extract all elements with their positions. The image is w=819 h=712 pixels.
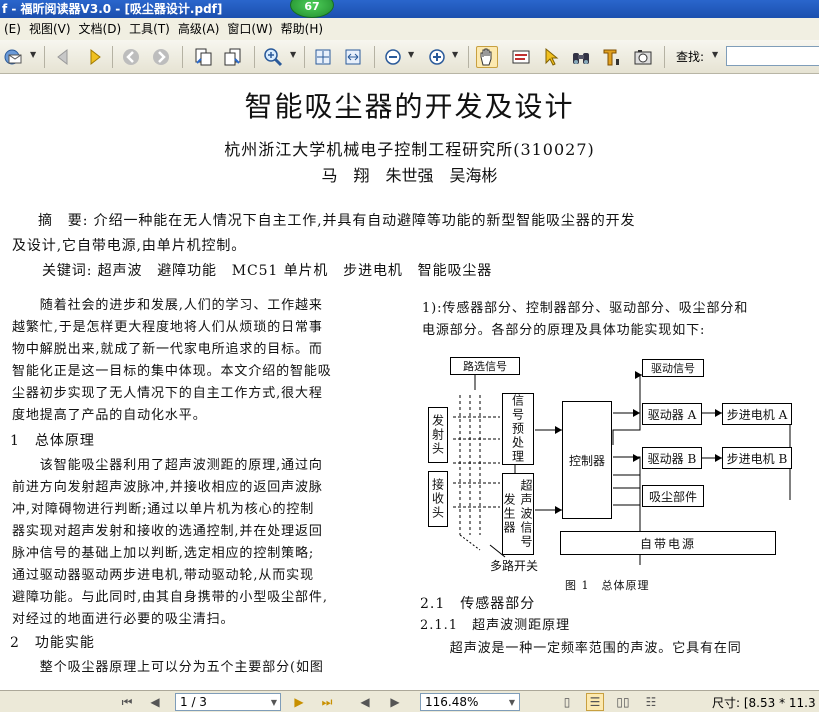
body-text-line: 避障功能。与此同时,由其自身携带的小型吸尘部件, [12,590,328,605]
zoom-out-minus-icon[interactable] [382,46,404,68]
zoom-in-dropdown-icon[interactable]: ▼ [452,50,458,59]
section-heading-2-1-1: 2.1.1 超声波测距原理 [420,618,571,633]
paper-title: 智能吸尘器的开发及设计 [244,90,575,123]
continuous-facing-icon[interactable]: ☷ [642,693,660,711]
figure-caption: 图 1 总体原理 [565,579,650,592]
forward-icon[interactable] [84,46,106,68]
zoom-dropdown-icon[interactable]: ▼ [290,50,296,59]
prev-page-icon[interactable]: ◀ [146,693,164,711]
page-number-input[interactable]: 1 / 3 [175,693,281,711]
copy-page-icon[interactable] [192,46,214,68]
menu-edit[interactable]: (E) [0,18,25,40]
drive-signal-label: 驱动信号 [642,359,704,377]
next-view-status-icon[interactable]: ▶ [386,693,404,711]
stepper-motor-a-box: 步进电机 A [722,403,792,425]
menu-help[interactable]: 帮助(H) [277,18,327,40]
first-page-icon[interactable]: ⏮ [118,693,136,711]
section-heading-1: 1 总体原理 [10,433,95,449]
road-select-signal-label: 路选信号 [450,357,520,375]
paste-page-icon[interactable] [222,46,244,68]
page-size-text: 尺寸: [8.53 * 11.3 [712,696,816,710]
zoom-level-input[interactable]: 116.48% [420,693,520,711]
ultrasonic-generator-box: 超声波信号发生器 [502,473,534,555]
facing-page-icon[interactable]: ▯▯ [614,693,632,711]
vacuum-component-box: 吸尘部件 [642,485,704,507]
next-view-icon[interactable] [150,46,172,68]
body-text-line: 前进方向发射超声波脉冲,并接收相应的返回声波脉 [12,480,323,495]
email-dropdown-icon[interactable]: ▼ [30,50,36,59]
body-text-line: 该智能吸尘器利用了超声波测距的原理,通过向 [12,458,323,473]
email-icon[interactable] [2,46,24,68]
receiver-head-box: 接收头 [428,471,448,527]
power-supply-box: 自带电源 [560,531,776,555]
fit-page-icon[interactable] [312,46,334,68]
single-page-icon[interactable]: ▯ [558,693,576,711]
next-page-icon[interactable]: ▶ [290,693,308,711]
back-icon[interactable] [52,46,74,68]
stepper-motor-b-box: 步进电机 B [722,447,792,469]
fit-width-icon[interactable] [342,46,364,68]
abstract-line-1: 摘 要: 介绍一种能在无人情况下自主工作,并具有自动避障等功能的新型智能吸尘器的… [38,213,636,229]
menu-view[interactable]: 视图(V) [25,18,75,40]
text-tool-icon[interactable] [600,46,622,68]
find-binoculars-icon[interactable] [570,46,592,68]
menu-advanced[interactable]: 高级(A) [174,18,224,40]
zoom-in-icon[interactable] [262,46,284,68]
body-text-line: 通过驱动器驱动两步进电机,带动驱动轮,从而实现 [12,568,314,583]
controller-box: 控制器 [562,401,612,519]
body-text-line: 整个吸尘器原理上可以分为五个主要部分(如图 [12,660,324,675]
last-page-icon[interactable]: ⏭ [318,693,336,711]
affiliation: 杭州浙江大学机械电子控制工程研究所(310027) [224,140,595,159]
prev-view-icon[interactable] [120,46,142,68]
signal-preprocess-box: 信号预处理 [502,393,534,465]
body-text-line: 尘器初步实现了无人情况下的自主工作方式,很大程 [12,386,323,401]
keywords: 关键词: 超声波 避障功能 MC51 单片机 步进电机 智能吸尘器 [42,263,493,279]
zoom-in-plus-icon[interactable] [426,46,448,68]
body-text-line: 随着社会的进步和发展,人们的学习、工作越来 [12,298,323,313]
driver-a-box: 驱动器 A [642,403,702,425]
find-label: 查找: [676,50,705,64]
body-text-line: 度地提高了产品的自动化水平。 [12,408,207,423]
section-heading-2: 2 功能实能 [10,635,95,651]
continuous-page-icon[interactable]: ☰ [586,693,604,711]
menu-document[interactable]: 文档(D) [75,18,126,40]
menu-tools[interactable]: 工具(T) [125,18,174,40]
hand-icon[interactable] [476,46,498,68]
toolbar: ▼ ▼ ▼ ▼ 查找: ▼ [0,40,819,74]
body-text-line: 智能化正是这一目标的集中体现。本文介绍的智能吸 [12,364,332,379]
body-text-line: 冲,对障碍物进行判断;通过以单片机为核心的控制 [12,502,315,517]
driver-b-box: 驱动器 B [642,447,702,469]
status-bar: ⏮ ◀ 1 / 3 ▼ ▶ ⏭ ◀ ▶ 116.48% ▼ ▯ ☰ ▯▯ ☷ 尺… [0,690,819,712]
body-text-line: 物中解脱出来,就成了新一代家电所追求的目标。而 [12,342,323,357]
page-dropdown-icon[interactable]: ▼ [268,693,280,711]
body-text-line: 1):传感器部分、控制器部分、驱动部分、吸尘部分和 [422,301,749,316]
menu-window[interactable]: 窗口(W) [223,18,276,40]
find-input[interactable] [726,46,819,66]
select-text-icon[interactable] [510,46,532,68]
authors: 马 翔 朱世强 吴海彬 [321,166,498,185]
snapshot-icon[interactable] [632,46,654,68]
prev-view-status-icon[interactable]: ◀ [356,693,374,711]
emitter-head-box: 发射头 [428,407,448,463]
find-dropdown-icon[interactable]: ▼ [712,50,718,59]
body-text-line: 电源部分。各部分的原理及具体功能实现如下: [422,323,706,338]
body-text-line: 越繁忙,于是怎样更大程度地将人们从烦琐的日常事 [12,320,323,335]
title-bar: f - 福昕阅读器V3.0 - [吸尘器设计.pdf] [0,0,819,18]
body-text-line: 器实现对超声发射和接收的选通控制,并在处理返回 [12,524,323,539]
figure-block-diagram: 路选信号 驱动信号 发射头 接收头 信号预处理 超声波信号发生器 控制器 驱动器… [420,345,819,592]
menu-bar: (E) 视图(V) 文档(D) 工具(T) 高级(A) 窗口(W) 帮助(H) [0,18,819,40]
body-text-line: 对经过的地面进行必要的吸尘清扫。 [12,612,235,627]
document-page[interactable]: 智能吸尘器的开发及设计 杭州浙江大学机械电子控制工程研究所(310027) 马 … [0,75,819,690]
section-heading-2-1: 2.1 传感器部分 [420,596,536,612]
zoom-level-dropdown-icon[interactable]: ▼ [506,693,518,711]
multi-switch-label: 多路开关 [490,559,539,573]
abstract-line-2: 及设计,它自带电源,由单片机控制。 [12,238,247,254]
body-text-line: 脉冲信号的基础上加以判断,选定相应的控制策略; [12,546,315,561]
body-text-line: 超声波是一种一定频率范围的声波。它具有在同 [422,641,742,656]
zoom-out-dropdown-icon[interactable]: ▼ [408,50,414,59]
window-title: f - 福昕阅读器V3.0 - [吸尘器设计.pdf] [2,2,223,16]
pointer-icon[interactable] [540,46,562,68]
